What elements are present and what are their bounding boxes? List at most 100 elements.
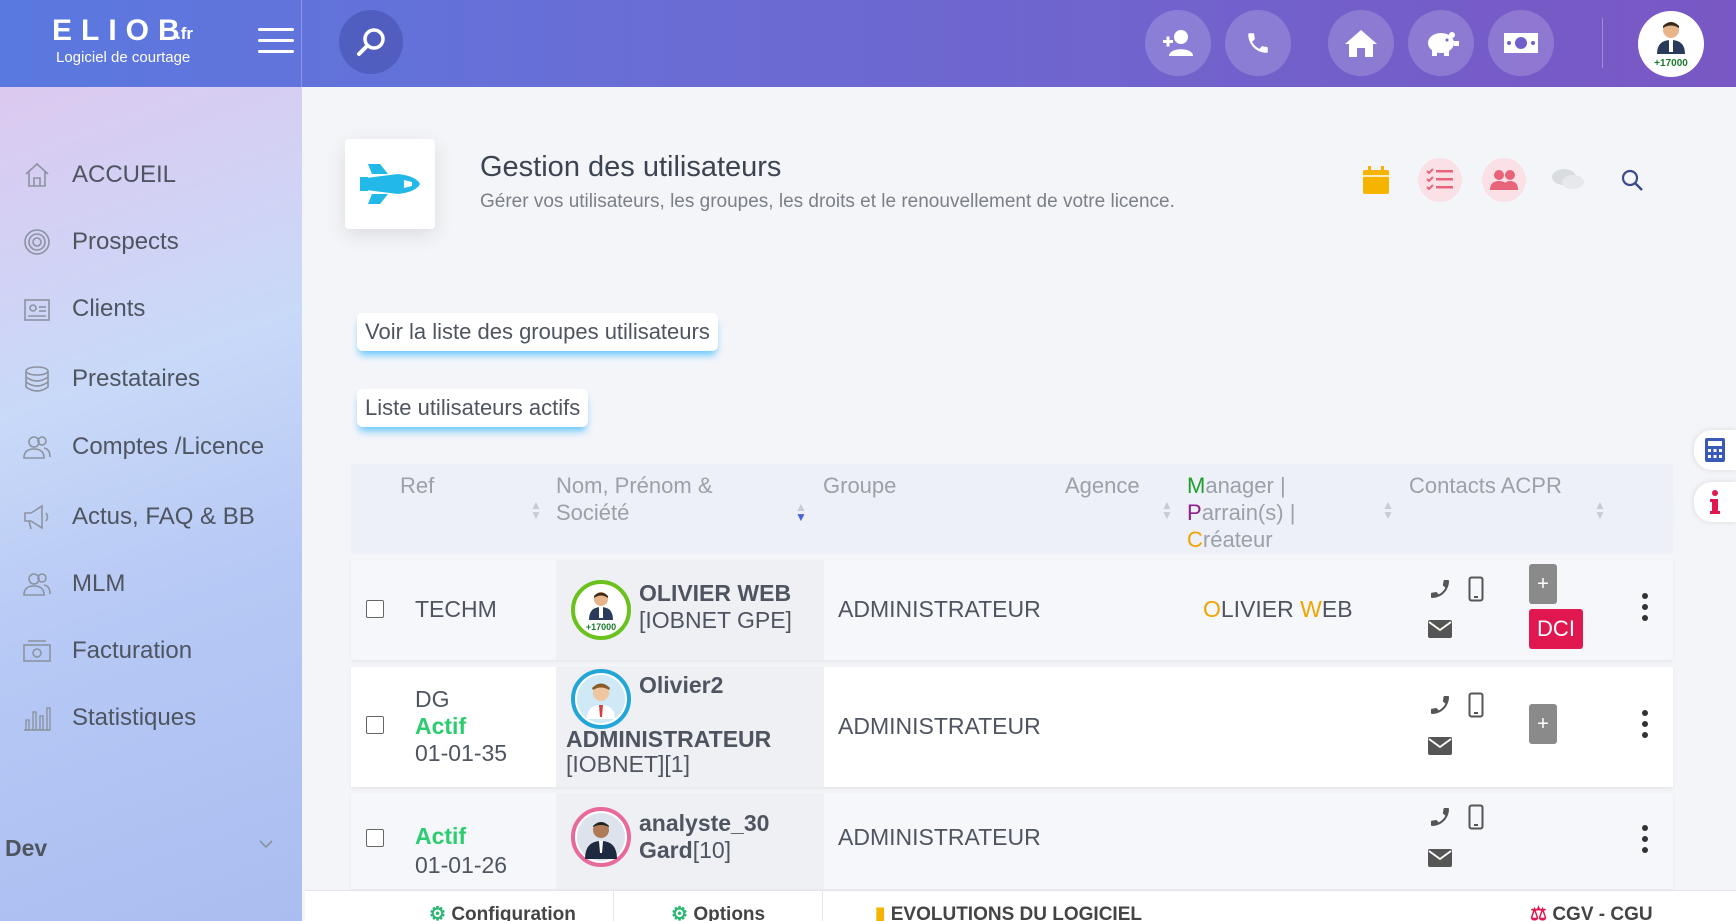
users-icon — [22, 569, 52, 599]
groups-list-link[interactable]: Voir la liste des groupes utilisateurs — [357, 313, 718, 351]
calculator-button[interactable] — [1694, 430, 1736, 470]
mobile-icon[interactable] — [1468, 692, 1484, 718]
svg-text:+17000: +17000 — [586, 622, 616, 632]
add-user-button[interactable] — [1145, 10, 1211, 76]
sidebar-item-label: Prestataires — [72, 365, 201, 392]
sidebar-item-prospects[interactable]: Prospects — [0, 217, 302, 267]
user-name[interactable]: analyste_30 — [639, 810, 769, 837]
row-checkbox[interactable] — [366, 716, 384, 734]
row-date: 01-01-26 — [415, 852, 508, 878]
top-divider — [1602, 18, 1603, 68]
status-badge: Actif — [415, 823, 467, 849]
active-users-tab[interactable]: Liste utilisateurs actifs — [357, 389, 589, 427]
add-contact-button[interactable]: + — [1529, 564, 1557, 604]
user-avatar-icon: +17000 — [1654, 22, 1688, 69]
row-menu-icon[interactable] — [1640, 593, 1650, 621]
users-icon — [22, 432, 52, 462]
megaphone-icon — [22, 502, 52, 532]
dci-button[interactable]: DCI — [1529, 609, 1583, 649]
row-menu-icon[interactable] — [1640, 825, 1650, 853]
phone-button[interactable] — [1225, 10, 1291, 76]
sidebar-dev-label[interactable]: Dev — [5, 835, 47, 862]
user-name-2[interactable]: ADMINISTRATEUR — [566, 726, 771, 753]
footer-tabs: ⚙ Configuration ⚙ Options ▮ EVOLUTIONS D… — [305, 890, 1736, 921]
header-agency[interactable]: Agence — [1065, 472, 1140, 499]
team-button[interactable] — [1482, 158, 1526, 202]
header-name[interactable]: Nom, Prénom & Société — [556, 472, 713, 526]
email-icon[interactable] — [1428, 737, 1452, 755]
sort-icon[interactable]: ▲ ▼ — [1382, 499, 1394, 521]
sidebar-item-comptes-licence[interactable]: Comptes /Licence — [0, 422, 302, 472]
user-avatar[interactable]: +17000 — [1638, 11, 1704, 77]
avatar-icon: +17000 — [586, 592, 616, 632]
page-subtitle: Gérer vos utilisateurs, les groupes, les… — [480, 191, 1175, 212]
sidebar-item-clients[interactable]: Clients — [0, 284, 302, 334]
bar-chart-icon — [22, 703, 52, 733]
table-row[interactable]: Actif 01-01-26 analyste_30 Gard[10] ADMI… — [351, 793, 1673, 889]
header-ref[interactable]: Ref — [400, 472, 434, 499]
mobile-icon[interactable] — [1468, 804, 1484, 830]
sort-icon[interactable]: ▲ ▼ — [795, 501, 807, 523]
row-date: 01-01-35 — [415, 740, 508, 766]
row-checkbox[interactable] — [366, 600, 384, 618]
piggy-bank-button[interactable] — [1408, 10, 1474, 76]
money-button[interactable] — [1488, 10, 1554, 76]
page-icon — [345, 139, 435, 229]
row-ref: TECHM — [415, 596, 497, 622]
space-shuttle-icon — [360, 164, 420, 204]
phone-icon[interactable] — [1428, 693, 1452, 717]
home-button[interactable] — [1328, 10, 1394, 76]
sidebar-item-prestataires[interactable]: Prestataires — [0, 354, 302, 404]
sort-icon[interactable]: ▲ ▼ — [1161, 499, 1173, 521]
sidebar-item-facturation[interactable]: Facturation — [0, 626, 302, 676]
user-name[interactable]: Olivier2 — [639, 672, 723, 699]
chat-button[interactable] — [1546, 158, 1590, 202]
sidebar-item-accueil[interactable]: ACCUEIL — [0, 150, 302, 200]
email-icon[interactable] — [1428, 849, 1452, 867]
info-button[interactable] — [1694, 482, 1736, 522]
sidebar-item-label: Actus, FAQ & BB — [72, 503, 255, 530]
mobile-icon[interactable] — [1468, 576, 1484, 602]
add-contact-button[interactable]: + — [1529, 704, 1557, 744]
avatar[interactable] — [571, 669, 631, 729]
calendar-icon — [1363, 166, 1389, 194]
user-name[interactable]: OLIVIER WEB — [639, 580, 791, 607]
brand[interactable]: ELIOB .fr Logiciel de courtage — [0, 0, 302, 87]
menu-icon[interactable] — [258, 28, 294, 54]
tab-options[interactable]: ⚙ Options — [671, 903, 765, 921]
tab-evolutions[interactable]: ▮ EVOLUTIONS DU LOGICIEL — [875, 903, 1142, 921]
avatar[interactable]: +17000 — [571, 580, 631, 640]
phone-icon[interactable] — [1428, 577, 1452, 601]
task-list-button[interactable] — [1418, 158, 1462, 202]
sidebar-item-actus[interactable]: Actus, FAQ & BB — [0, 492, 302, 542]
table-row[interactable]: DG Actif 01-01-35 Olivier2 ADMINISTRATEU… — [351, 667, 1673, 787]
calendar-button[interactable] — [1354, 158, 1398, 202]
sidebar-item-label: Prospects — [72, 228, 179, 255]
user-company: Gard[10] — [639, 837, 732, 863]
header-search-button[interactable] — [1610, 158, 1654, 202]
sort-icon[interactable]: ▲ ▼ — [1594, 499, 1606, 521]
sidebar-item-label: MLM — [72, 570, 126, 597]
sidebar-item-statistiques[interactable]: Statistiques — [0, 693, 302, 743]
scale-icon: ⚖ — [1530, 904, 1548, 921]
status-badge: Actif — [415, 713, 467, 739]
chevron-down-icon[interactable] — [258, 839, 274, 849]
row-ref: DG — [415, 686, 450, 712]
sidebar-item-label: Comptes /Licence — [72, 433, 265, 460]
sidebar-item-label: Clients — [72, 295, 146, 322]
gears-icon: ⚙ — [671, 904, 689, 921]
table-row[interactable]: TECHM +17000 OLIVIER WEB [IOBNET GPE] AD… — [351, 560, 1673, 660]
tab-cgv[interactable]: ⚖ CGV - CGU — [1530, 903, 1653, 921]
avatar[interactable] — [571, 807, 631, 867]
sort-icon[interactable]: ▲ ▼ — [530, 499, 542, 521]
header-manager[interactable]: Manager | Parrain(s) | Créateur — [1187, 472, 1295, 553]
phone-icon[interactable] — [1428, 805, 1452, 829]
search-button[interactable] — [339, 10, 403, 74]
header-group[interactable]: Groupe — [823, 472, 896, 499]
sidebar-item-mlm[interactable]: MLM — [0, 559, 302, 609]
tab-configuration[interactable]: ⚙ Configuration — [429, 903, 576, 921]
email-icon[interactable] — [1428, 620, 1452, 638]
row-checkbox[interactable] — [366, 829, 384, 847]
row-menu-icon[interactable] — [1640, 710, 1650, 738]
header-contacts[interactable]: Contacts ACPR — [1409, 472, 1562, 499]
